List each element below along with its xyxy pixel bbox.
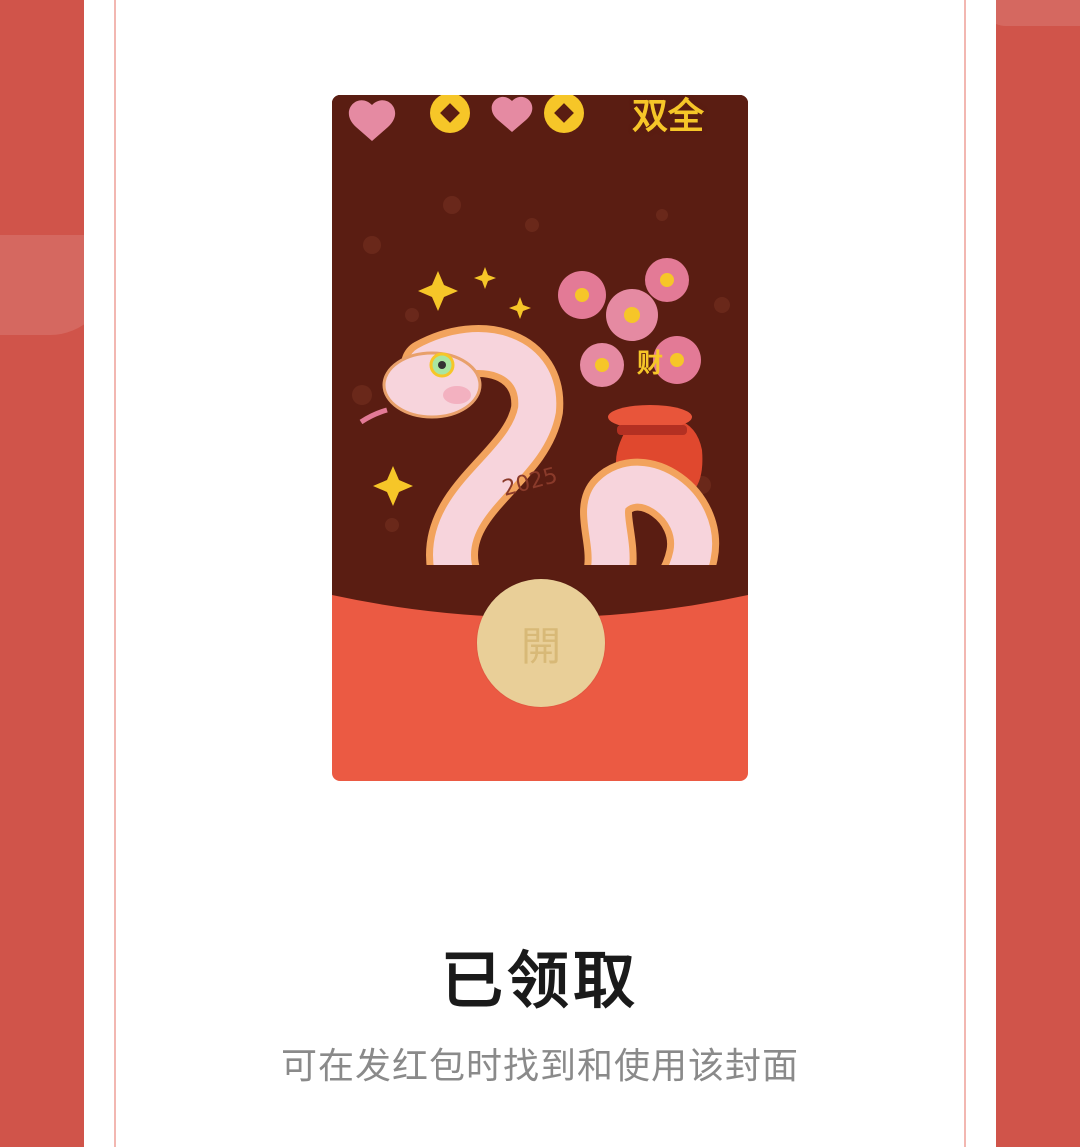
red-envelope-cover: 财爱 双全 财 2025 開 (332, 95, 748, 781)
open-button[interactable]: 開 (477, 579, 605, 707)
cover-detail-card: 财爱 双全 财 2025 開 已领取 可在发红包时找到和使用该封面 (84, 0, 996, 1147)
open-label: 開 (521, 624, 561, 670)
status-subtitle: 可在发红包时找到和使用该封面 (280, 1046, 799, 1087)
background-right-panel (980, 0, 1080, 1147)
status-title: 已领取 (440, 944, 639, 1017)
background-left-panel (0, 0, 110, 1147)
cover-banner-text: 财爱 双全 (632, 95, 705, 137)
money-bag-label: 财 (636, 349, 663, 379)
